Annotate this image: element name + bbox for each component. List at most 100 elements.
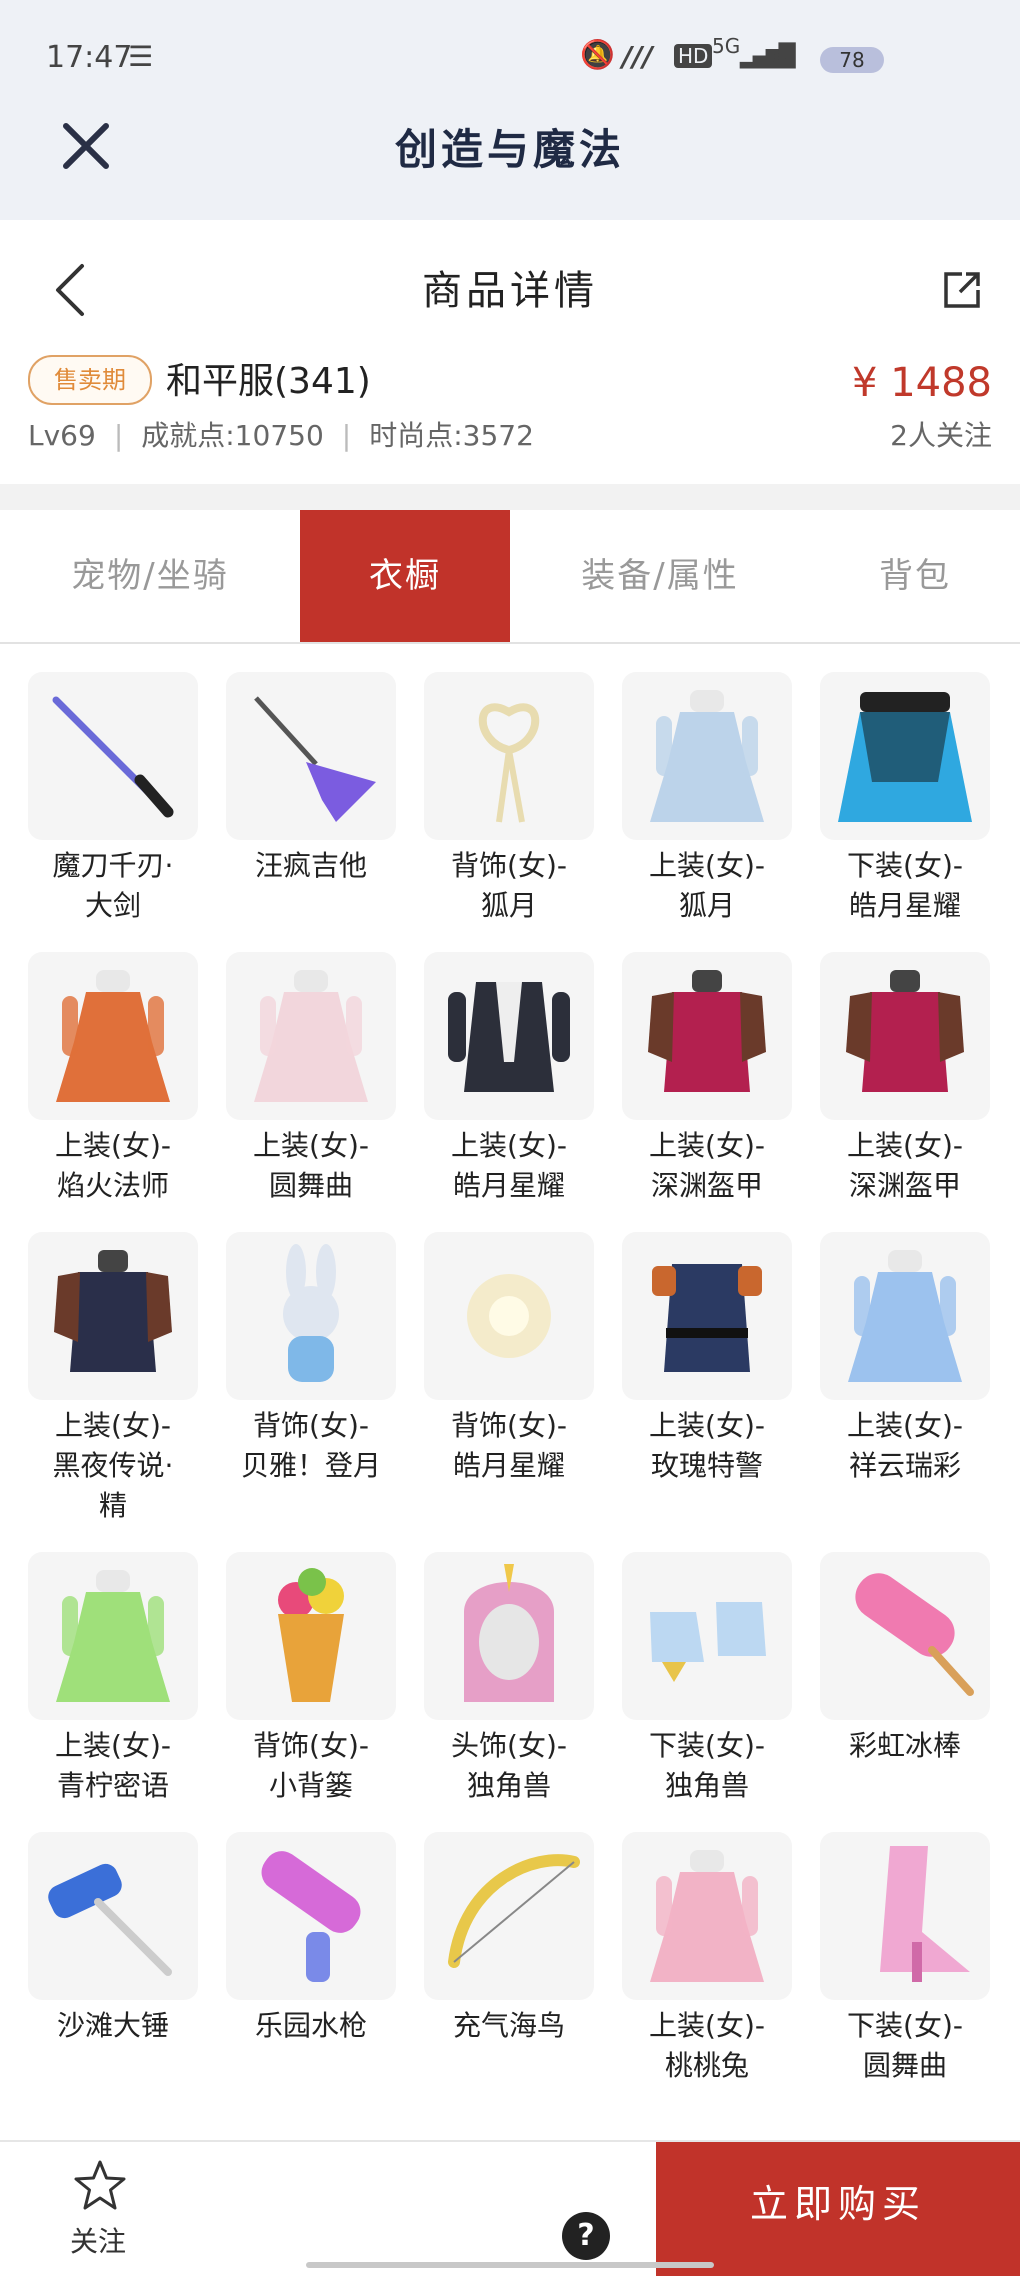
tab-wardrobe[interactable]: 衣橱 — [300, 510, 510, 642]
item-thumbnail[interactable] — [820, 1552, 990, 1720]
nfc-icon: /// — [622, 40, 653, 73]
popsicle-icon — [855, 1573, 974, 1696]
armor-icon — [846, 970, 964, 1092]
wardrobe-item[interactable]: 上装(女)- 玫瑰特警 — [622, 1232, 792, 1486]
unicorn-hood-icon — [464, 1564, 554, 1702]
tab-equipment-attributes[interactable]: 装备/属性 — [510, 510, 810, 642]
item-thumbnail[interactable] — [820, 952, 990, 1120]
wardrobe-item[interactable]: 上装(女)- 皓月星耀 — [424, 952, 594, 1206]
wardrobe-item[interactable]: 上装(女)- 桃桃兔 — [622, 1832, 792, 2086]
item-thumbnail[interactable] — [28, 672, 198, 840]
wardrobe-item[interactable]: 上装(女)- 青柠密语 — [28, 1552, 198, 1806]
item-thumbnail[interactable] — [622, 952, 792, 1120]
item-name: 上装(女)- 圆舞曲 — [253, 1129, 369, 1202]
item-thumbnail[interactable] — [820, 1832, 990, 2000]
item-thumbnail[interactable] — [424, 672, 594, 840]
item-name: 背饰(女)- 皓月星耀 — [451, 1409, 567, 1482]
tab-backpack[interactable]: 背包 — [810, 510, 1020, 642]
item-thumbnail[interactable] — [622, 1832, 792, 2000]
item-name: 上装(女)- 黑夜传说· 精 — [52, 1409, 174, 1522]
top-area: 17:47 ☰ 🔕 /// HD 5G ▂▄▆█ ≈ 78 创造与魔法 — [0, 0, 1020, 220]
item-name: 背饰(女)- 小背篓 — [253, 1729, 369, 1802]
bottom-bar: 关注 ? 立即购买 — [0, 2140, 1020, 2276]
app-title: 创造与魔法 — [394, 125, 625, 174]
item-thumbnail[interactable] — [622, 1552, 792, 1720]
item-name: 下装(女)- 皓月星耀 — [847, 849, 963, 922]
item-thumbnail[interactable] — [226, 1832, 396, 2000]
mute-icon: 🔕 — [580, 38, 615, 71]
wifi-icon: ≈ — [770, 36, 797, 74]
item-thumbnail[interactable] — [622, 672, 792, 840]
network-label: 5G — [712, 34, 741, 58]
wardrobe-item[interactable]: 充气海鸟 — [424, 1832, 594, 2046]
wardrobe-item[interactable]: 背饰(女)- 贝雅！登月 — [226, 1232, 396, 1486]
item-thumbnail[interactable] — [28, 1232, 198, 1400]
wardrobe-item[interactable]: 上装(女)- 圆舞曲 — [226, 952, 396, 1206]
heels-icon — [880, 1846, 970, 1982]
wardrobe-item[interactable]: 上装(女)- 焰火法师 — [28, 952, 198, 1206]
database-icon: ☰ — [128, 40, 154, 73]
wardrobe-item[interactable]: 背饰(女)- 皓月星耀 — [424, 1232, 594, 1486]
wardrobe-item[interactable]: 上装(女)- 深渊盔甲 — [622, 952, 792, 1206]
star-icon[interactable] — [72, 2158, 128, 2214]
wardrobe-item[interactable]: 背饰(女)- 狐月 — [424, 672, 594, 926]
item-name: 上装(女)- 焰火法师 — [55, 1129, 171, 1202]
wardrobe-item[interactable]: 乐园水枪 — [226, 1832, 396, 2046]
item-thumbnail[interactable] — [622, 1232, 792, 1400]
follower-count: 2人关注 — [890, 419, 992, 452]
item-name: 乐园水枪 — [254, 2009, 367, 2042]
home-indicator — [306, 2262, 714, 2268]
item-thumbnail[interactable] — [424, 952, 594, 1120]
item-name: 头饰(女)- 独角兽 — [451, 1729, 567, 1802]
item-thumbnail[interactable] — [820, 672, 990, 840]
dress-icon — [848, 1250, 962, 1382]
dress-icon — [650, 690, 764, 822]
item-name: 上装(女)- 深渊盔甲 — [649, 1129, 765, 1202]
item-name: 上装(女)- 桃桃兔 — [649, 2009, 765, 2082]
buy-now-button[interactable]: 立即购买 — [656, 2142, 1020, 2276]
item-thumbnail[interactable] — [226, 1232, 396, 1400]
product-name: 和平服(341) — [166, 361, 371, 402]
wardrobe-item[interactable]: 下装(女)- 圆舞曲 — [820, 1832, 990, 2086]
item-thumbnail[interactable] — [424, 1832, 594, 2000]
item-name: 背饰(女)- 贝雅！登月 — [240, 1409, 381, 1482]
help-icon[interactable]: ? — [562, 2212, 610, 2260]
wardrobe-item[interactable]: 下装(女)- 独角兽 — [622, 1552, 792, 1806]
dress-icon — [254, 970, 368, 1102]
wardrobe-item[interactable]: 汪疯吉他 — [226, 672, 396, 886]
wardrobe-item[interactable]: 上装(女)- 黑夜传说· 精 — [28, 1232, 198, 1526]
skirt-icon — [838, 692, 972, 822]
item-thumbnail[interactable] — [28, 952, 198, 1120]
item-thumbnail[interactable] — [424, 1552, 594, 1720]
wardrobe-item[interactable]: 魔刀千刃· 大剑 — [28, 672, 198, 926]
uniform-icon — [652, 1264, 762, 1372]
item-thumbnail[interactable] — [820, 1232, 990, 1400]
achievement-points: 成就点:10750 — [141, 419, 324, 452]
armor-icon — [648, 970, 766, 1092]
wardrobe-item[interactable]: 上装(女)- 深渊盔甲 — [820, 952, 990, 1206]
wardrobe-item[interactable]: 上装(女)- 祥云瑞彩 — [820, 1232, 990, 1486]
item-thumbnail[interactable] — [226, 1552, 396, 1720]
tab-pets-mounts[interactable]: 宠物/坐骑 — [0, 510, 300, 642]
item-thumbnail[interactable] — [28, 1832, 198, 2000]
item-thumbnail[interactable] — [226, 952, 396, 1120]
favorite-label[interactable]: 关注 — [70, 2220, 126, 2260]
section-divider — [0, 484, 1020, 510]
wardrobe-item[interactable]: 彩虹冰棒 — [820, 1552, 990, 1766]
wardrobe-item[interactable]: 上装(女)- 狐月 — [622, 672, 792, 926]
share-icon[interactable] — [940, 268, 984, 312]
item-thumbnail[interactable] — [28, 1552, 198, 1720]
wardrobe-item[interactable]: 沙滩大锤 — [28, 1832, 198, 2046]
wardrobe-item[interactable]: 下装(女)- 皓月星耀 — [820, 672, 990, 926]
item-name: 下装(女)- 独角兽 — [649, 1729, 765, 1802]
wardrobe-item[interactable]: 背饰(女)- 小背篓 — [226, 1552, 396, 1806]
sale-status-badge: 售卖期 — [28, 355, 152, 405]
item-thumbnail[interactable] — [226, 672, 396, 840]
ribbon-icon — [478, 703, 540, 823]
item-thumbnail[interactable] — [424, 1232, 594, 1400]
katana-icon — [52, 696, 174, 818]
item-name: 背饰(女)- 狐月 — [451, 849, 567, 922]
dress-icon — [56, 1570, 170, 1702]
product-stats: Lv69 | 成就点:10750 | 时尚点:3572 — [28, 419, 534, 452]
wardrobe-item[interactable]: 头饰(女)- 独角兽 — [424, 1552, 594, 1806]
